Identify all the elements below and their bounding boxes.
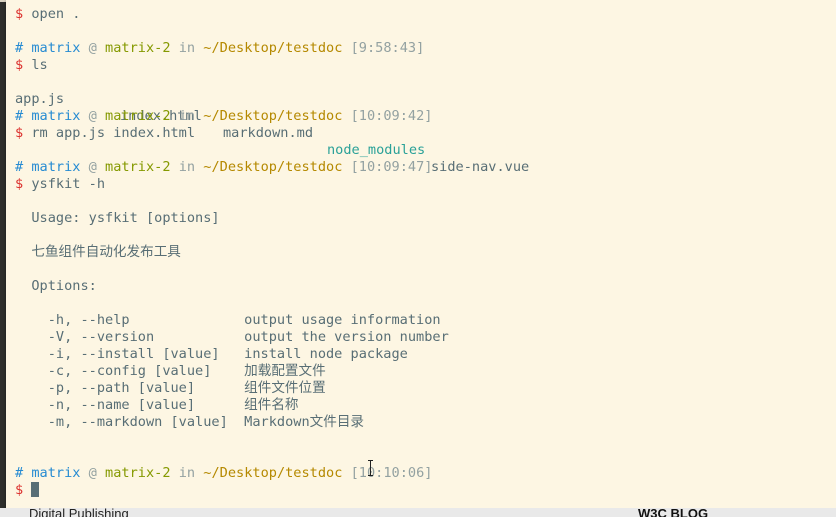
prompt-hash: # bbox=[15, 465, 24, 481]
prompt-in: in bbox=[178, 159, 196, 175]
prompt-in: in bbox=[178, 465, 196, 481]
help-options-header: Options: bbox=[15, 278, 97, 294]
prompt-in: in bbox=[178, 40, 196, 56]
prompt-path: ~/Desktop/testdoc bbox=[203, 465, 343, 481]
prompt-user: matrix bbox=[31, 465, 81, 481]
prompt-at: @ bbox=[88, 108, 97, 124]
terminal-window[interactable]: $ open . # matrix @ matrix-2 in ~/Deskto… bbox=[6, 0, 836, 509]
prompt-time: [10:09:42] bbox=[350, 108, 433, 124]
prompt-header: # matrix @ matrix-2 in ~/Desktop/testdoc… bbox=[15, 40, 424, 57]
command-text: ysfkit -h bbox=[23, 176, 106, 192]
command-text: open . bbox=[23, 6, 81, 22]
help-option: -i, --install [value] install node packa… bbox=[15, 346, 408, 362]
prompt-path: ~/Desktop/testdoc bbox=[203, 108, 343, 124]
prompt-host: matrix-2 bbox=[105, 40, 171, 56]
ibeam-cursor-icon bbox=[367, 460, 375, 476]
background-window-text: Digital Publishing bbox=[29, 508, 129, 517]
prompt-symbol: $ bbox=[15, 176, 24, 192]
help-usage: Usage: ysfkit [options] bbox=[15, 210, 220, 226]
background-window: Digital Publishing W3C BLOG bbox=[0, 508, 836, 517]
prompt-host: matrix-2 bbox=[105, 108, 171, 124]
help-option: -m, --markdown [value] Markdown文件目录 bbox=[15, 414, 365, 430]
background-window-text: W3C BLOG bbox=[638, 508, 709, 517]
file-entry: side-nav.vue bbox=[431, 159, 530, 175]
prompt-user: matrix bbox=[31, 40, 81, 56]
help-option: -V, --version output the version number bbox=[15, 329, 449, 345]
prompt-symbol: $ bbox=[15, 482, 24, 498]
help-option: -p, --path [value] 组件文件位置 bbox=[15, 380, 326, 396]
prompt-user: matrix bbox=[31, 108, 81, 124]
prompt-time: [10:10:06] bbox=[350, 465, 433, 481]
directory-entry: node_modules bbox=[327, 142, 426, 158]
prompt-at: @ bbox=[88, 40, 97, 56]
prompt-time: [10:09:47] bbox=[350, 159, 433, 175]
file-entry: markdown.md bbox=[223, 125, 314, 141]
prompt-header: # matrix @ matrix-2 in ~/Desktop/testdoc… bbox=[15, 108, 432, 125]
prompt-path: ~/Desktop/testdoc bbox=[203, 40, 343, 56]
prompt-at: @ bbox=[88, 465, 97, 481]
ls-output: app.js index.html markdown.md node_modul… bbox=[15, 74, 835, 175]
help-description: 七鱼组件自动化发布工具 bbox=[15, 244, 181, 260]
input-line[interactable]: $ bbox=[15, 482, 40, 499]
command-line: $ ysfkit -h bbox=[15, 176, 105, 193]
help-option: -c, --config [value] 加载配置文件 bbox=[15, 363, 326, 379]
prompt-user: matrix bbox=[31, 159, 81, 175]
text-cursor bbox=[31, 482, 40, 497]
help-option: -n, --name [value] 组件名称 bbox=[15, 397, 299, 413]
command-text: ls bbox=[23, 57, 48, 73]
prompt-symbol: $ bbox=[15, 125, 24, 141]
prompt-hash: # bbox=[15, 159, 24, 175]
command-text: rm app.js index.html bbox=[23, 125, 196, 141]
command-line: $ open . bbox=[15, 6, 80, 23]
prompt-hash: # bbox=[15, 108, 24, 124]
prompt-hash: # bbox=[15, 40, 24, 56]
prompt-symbol: $ bbox=[15, 57, 24, 73]
command-line: $ ls bbox=[15, 57, 48, 74]
prompt-header: # matrix @ matrix-2 in ~/Desktop/testdoc… bbox=[15, 159, 432, 176]
prompt-at: @ bbox=[88, 159, 97, 175]
prompt-in: in bbox=[178, 108, 196, 124]
prompt-time: [9:58:43] bbox=[350, 40, 425, 56]
help-option: -h, --help output usage information bbox=[15, 312, 441, 328]
prompt-host: matrix-2 bbox=[105, 159, 171, 175]
prompt-host: matrix-2 bbox=[105, 465, 171, 481]
prompt-symbol: $ bbox=[15, 6, 24, 22]
prompt-path: ~/Desktop/testdoc bbox=[203, 159, 343, 175]
file-entry: app.js bbox=[15, 91, 65, 107]
command-line: $ rm app.js index.html bbox=[15, 125, 195, 142]
